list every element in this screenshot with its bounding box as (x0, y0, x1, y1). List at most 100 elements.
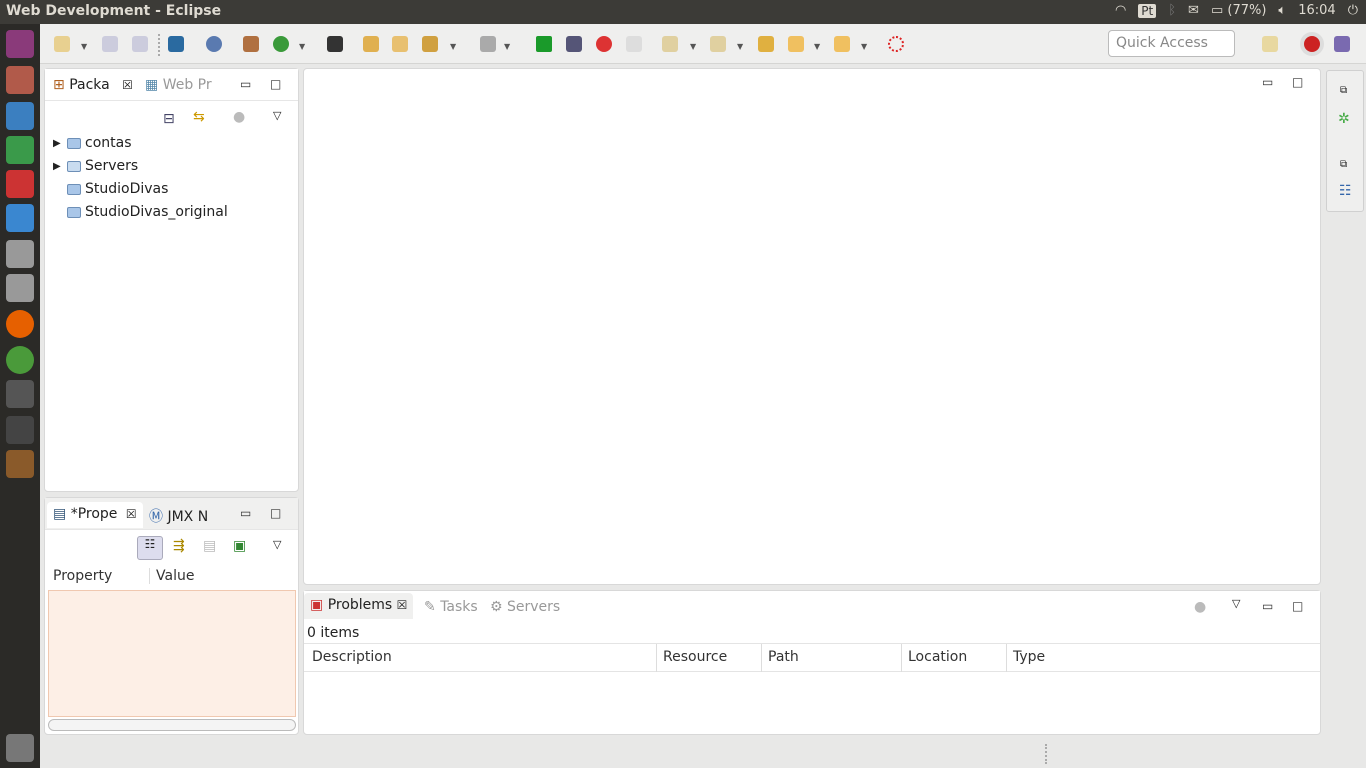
expand-arrow-icon[interactable]: ▶ (53, 138, 63, 149)
restore-default-icon[interactable]: ▤ (203, 538, 216, 554)
tree-item-studiodivas-original[interactable]: StudioDivas_original (53, 204, 228, 220)
palette-icon[interactable]: ✲ (1338, 111, 1350, 127)
restore-icon[interactable]: ⧉ (1340, 159, 1347, 170)
debug-icon[interactable] (566, 36, 582, 52)
drive2-icon[interactable] (6, 274, 34, 302)
tab-problems[interactable]: ▣ Problems ☒ (304, 593, 414, 619)
outline-icon[interactable]: ☷ (1339, 183, 1352, 199)
new-project-icon[interactable] (243, 36, 259, 52)
expand-arrow-icon[interactable]: ▶ (53, 161, 63, 172)
skip-breakpoints-icon[interactable] (206, 36, 222, 52)
next-annotation-icon[interactable] (662, 36, 678, 52)
tree-item-studiodivas[interactable]: StudioDivas (53, 181, 168, 197)
quick-access-input[interactable]: Quick Access (1108, 30, 1235, 57)
spinner-icon[interactable] (888, 36, 904, 52)
tree-label: Servers (85, 158, 139, 174)
view-menu-icon[interactable]: ▽ (1232, 597, 1240, 610)
minimize-icon[interactable]: ▭ (240, 77, 251, 91)
hand-icon[interactable] (626, 36, 642, 52)
maximize-icon[interactable]: □ (270, 77, 281, 91)
files-icon[interactable] (6, 66, 34, 94)
firefox-icon[interactable] (6, 310, 34, 338)
refresh-icon[interactable] (273, 36, 289, 52)
categories-icon[interactable]: ☷ (137, 536, 163, 560)
calc-icon[interactable] (6, 136, 34, 164)
tool-icon[interactable] (422, 36, 438, 52)
column-value[interactable]: Value (149, 568, 194, 584)
java-perspective-icon[interactable] (1334, 36, 1350, 52)
volume-icon[interactable]: 🔈︎ (1278, 3, 1286, 18)
column-location[interactable]: Location (901, 644, 973, 672)
minimize-icon[interactable]: ▭ (240, 506, 251, 520)
minimize-icon[interactable]: ▭ (1262, 599, 1273, 613)
stop-icon[interactable] (596, 36, 612, 52)
tab-tasks[interactable]: ✎ Tasks (424, 599, 478, 615)
tab-web-projects[interactable]: ▦ Web Pr (145, 77, 212, 93)
column-path[interactable]: Path (761, 644, 805, 672)
prev-annotation-icon[interactable] (710, 36, 726, 52)
column-property[interactable]: Property (53, 568, 112, 584)
filter-icon[interactable]: ● (1194, 599, 1206, 615)
forward-icon[interactable] (834, 36, 850, 52)
problems-table-header: Description Resource Path Location Type (304, 643, 1320, 672)
maximize-icon[interactable]: □ (1292, 75, 1303, 89)
save-icon[interactable] (102, 36, 118, 52)
tab-package-explorer[interactable]: ⊞ Packa ☒ (47, 73, 139, 99)
writer-icon[interactable] (6, 102, 34, 130)
battery-indicator[interactable]: ▭ (77%) (1211, 3, 1266, 18)
minimize-icon[interactable]: ▭ (1262, 75, 1273, 89)
keyboard-indicator[interactable]: Pt (1138, 3, 1157, 18)
save-all-icon[interactable] (132, 36, 148, 52)
video-editor-icon[interactable] (6, 416, 34, 444)
mail-icon[interactable]: ✉ (1188, 3, 1199, 18)
web-perspective-icon[interactable] (1304, 36, 1320, 52)
maximize-icon[interactable]: □ (1292, 599, 1303, 613)
tab-label: Web Pr (162, 77, 212, 93)
console-icon[interactable] (168, 36, 184, 52)
advanced-icon[interactable]: ⇶ (173, 538, 185, 554)
clock[interactable]: 16:04 (1298, 3, 1335, 18)
power-icon[interactable]: ⏻ (1348, 3, 1358, 18)
tab-label: JMX N (167, 509, 209, 525)
restore-icon[interactable]: ⧉ (1340, 85, 1347, 96)
chrome-icon[interactable] (6, 346, 34, 374)
trash-icon[interactable] (6, 734, 34, 762)
column-type[interactable]: Type (1006, 644, 1051, 672)
close-icon[interactable]: ☒ (122, 78, 133, 92)
tree-label: StudioDivas (85, 181, 169, 197)
horizontal-scrollbar[interactable] (48, 719, 296, 731)
collapse-all-icon[interactable]: ⊟ (163, 111, 175, 127)
device-icon[interactable] (327, 36, 343, 52)
drive-icon[interactable] (6, 240, 34, 268)
link-editor-icon[interactable]: ⇆ (193, 109, 205, 125)
bluetooth-icon[interactable]: ᛒ (1168, 3, 1176, 18)
eclipse-icon[interactable] (6, 450, 34, 478)
view-menu-icon[interactable]: ▽ (273, 109, 281, 122)
tree-item-contas[interactable]: ▶ contas (53, 135, 132, 151)
open-perspective-icon[interactable] (1262, 36, 1278, 52)
tab-servers[interactable]: ⚙ Servers (490, 599, 560, 615)
open-folder-icon[interactable] (392, 36, 408, 52)
close-icon[interactable]: ☒ (126, 507, 137, 521)
back-icon[interactable] (788, 36, 804, 52)
server-icon[interactable] (480, 36, 496, 52)
dash-icon[interactable] (6, 30, 34, 58)
column-resource[interactable]: Resource (656, 644, 733, 672)
close-icon[interactable]: ☒ (397, 598, 408, 612)
last-edit-icon[interactable] (758, 36, 774, 52)
run-icon[interactable] (536, 36, 552, 52)
wifi-icon[interactable]: ◠ (1115, 3, 1126, 18)
settings-icon[interactable] (6, 170, 34, 198)
filter-icon[interactable]: ● (233, 109, 245, 125)
new-icon[interactable] (54, 36, 70, 52)
maximize-icon[interactable]: □ (270, 506, 281, 520)
open-type-icon[interactable] (363, 36, 379, 52)
tab-properties[interactable]: ▤ *Prope ☒ (47, 502, 143, 528)
column-description[interactable]: Description (312, 649, 392, 665)
dropbox-icon[interactable] (6, 204, 34, 232)
tree-item-servers[interactable]: ▶ Servers (53, 158, 138, 174)
view-menu-icon[interactable]: ▽ (273, 538, 281, 551)
tab-jmx[interactable]: Ⓜ JMX N (149, 506, 208, 526)
sublime-icon[interactable] (6, 380, 34, 408)
pin-icon[interactable]: ▣ (233, 538, 246, 554)
